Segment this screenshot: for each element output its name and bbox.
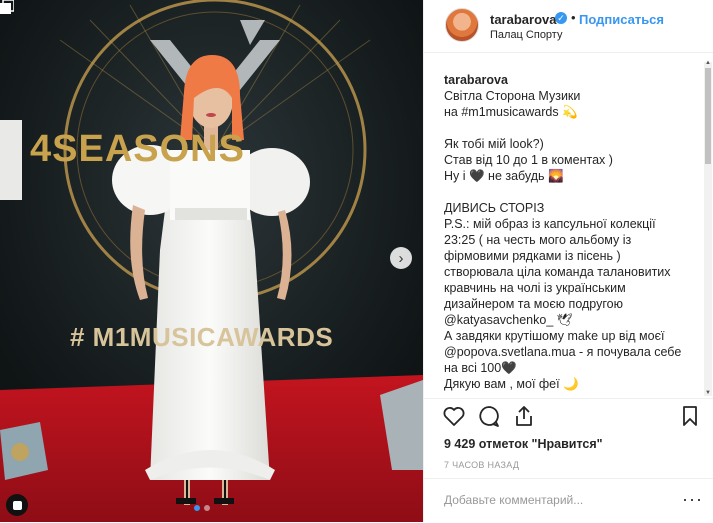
bookmark-icon[interactable]	[678, 404, 702, 428]
caption-line: А завдяки крутішому make up від моєї	[444, 329, 665, 343]
likes-count[interactable]: 9 429 отметок "Нравится"	[444, 437, 603, 451]
carousel-indicator	[194, 505, 210, 511]
stage-title: 4SEASONS	[30, 128, 245, 170]
verified-badge-icon: ✓	[555, 12, 567, 24]
caption-line: 23:25 ( на честь мого альбому із	[444, 233, 632, 247]
scroll-down-icon[interactable]: ▼	[705, 390, 711, 396]
comment-bar: ···	[424, 478, 713, 523]
stage-hashtag: # M1MUSICAWARDS	[70, 322, 334, 352]
caption-scrollbar[interactable]: ▲ ▼	[704, 60, 712, 396]
username-link[interactable]: tarabarova	[490, 12, 556, 27]
post-photo-art	[0, 0, 423, 522]
comment-icon[interactable]	[477, 404, 501, 428]
separator: •	[571, 10, 576, 25]
caption-line: P.S.: мій образ із капсульної колекції	[444, 217, 656, 231]
post-header: tarabarova ✓ • Подписаться Палац Спорту	[424, 0, 713, 53]
caption-line	[444, 120, 696, 136]
caption-line: @popova.svetlana.mua - я почувала себе	[444, 345, 682, 359]
follow-button[interactable]: Подписаться	[579, 12, 664, 27]
post-photo: 4SEASONS # M1MUSICAWARDS ›	[0, 0, 423, 522]
caption-line: створювала ціла команда талановитих	[444, 265, 671, 279]
caption-line: Ну і 🖤 не забудь 🌄	[444, 169, 564, 183]
share-icon[interactable]	[512, 404, 536, 428]
caption-line: Як тобі мій look?)	[444, 137, 544, 151]
caption-line: Світла Сторона Музики	[444, 89, 581, 103]
caption-line: Став від 10 до 1 в коментах )	[444, 153, 613, 167]
caption-line: Дякую вам , мої феї 🌙	[444, 377, 579, 391]
caption-line	[444, 184, 696, 200]
caption-body: Світла Сторона Музики на #m1musicawards 💫…	[444, 88, 696, 392]
location-link[interactable]: Палац Спорту	[490, 29, 562, 41]
carousel-dot	[194, 505, 200, 511]
carousel-multi-icon	[0, 0, 14, 14]
tagged-users-icon[interactable]	[6, 494, 28, 516]
caption-line: @katyasavchenko_ 🕊	[444, 313, 573, 327]
caption-line: фірмовими рядками із пісень )	[444, 249, 621, 263]
heart-icon[interactable]	[442, 404, 466, 428]
caption-username[interactable]: tarabarova	[444, 72, 696, 88]
caption-line: ДИВИСЬ СТОРІЗ	[444, 201, 545, 215]
caption: tarabarova Світла Сторона Музики на #m1mu…	[444, 72, 696, 399]
carousel-dot	[204, 505, 210, 511]
next-photo-button[interactable]: ›	[390, 247, 412, 269]
chevron-right-icon: ›	[398, 249, 404, 267]
post-timestamp[interactable]: 7 ЧАСОВ НАЗАД	[444, 460, 519, 470]
caption-line: на всі 100🖤	[444, 361, 517, 375]
more-options-icon[interactable]: ···	[682, 489, 703, 510]
avatar[interactable]	[445, 8, 479, 42]
action-bar	[424, 398, 713, 435]
scroll-up-icon[interactable]: ▲	[705, 60, 711, 66]
caption-line: на #m1musicawards 💫	[444, 105, 578, 119]
scrollbar-thumb[interactable]	[705, 68, 711, 164]
post-sidebar: tarabarova ✓ • Подписаться Палац Спорту …	[423, 0, 713, 522]
caption-line: дизайнером та моєю подругою	[444, 297, 623, 311]
comment-input[interactable]	[444, 493, 664, 507]
caption-line: кравчинь на чолі із українським	[444, 281, 626, 295]
